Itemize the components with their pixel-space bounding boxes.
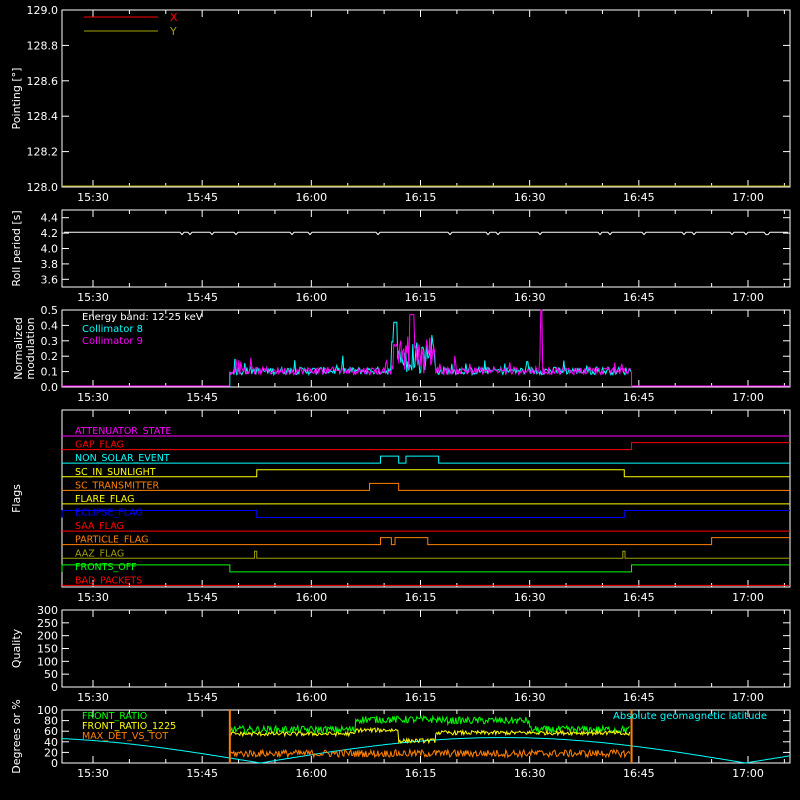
y-tick-label: 150 (37, 643, 58, 656)
y-tick-label: 0.1 (41, 366, 59, 379)
x-tick-label: 16:15 (405, 591, 437, 604)
x-tick-label: 15:45 (186, 191, 218, 204)
x-tick-label: 17:00 (732, 291, 764, 304)
x-tick-label: 16:00 (295, 691, 327, 704)
y-tick-label: 3.8 (41, 258, 59, 271)
y-tick-label: 300 (37, 604, 58, 617)
modulation-legend-2: Collimator 9 (82, 336, 143, 347)
y-tick-label: 0.3 (41, 335, 59, 348)
y-tick-label: 128.6 (27, 75, 59, 88)
x-tick-label: 16:45 (623, 591, 655, 604)
flag-label-sc_transmitter: SC_TRANSMITTER (75, 480, 160, 491)
y-tick-label: 100 (37, 704, 58, 717)
y-tick-label: 0.0 (41, 381, 59, 394)
x-tick-label: 16:15 (405, 391, 437, 404)
x-tick-label: 17:00 (732, 691, 764, 704)
x-tick-label: 16:15 (405, 191, 437, 204)
y-tick-label: 128.4 (27, 110, 59, 123)
x-tick-label: 16:45 (623, 291, 655, 304)
legend-label-x: X (170, 11, 178, 24)
x-tick-label: 16:30 (514, 767, 546, 780)
x-tick-label: 16:00 (295, 591, 327, 604)
x-tick-label: 15:30 (77, 691, 109, 704)
y-tick-label: 129.0 (27, 4, 59, 17)
x-tick-label: 16:30 (514, 691, 546, 704)
x-tick-label: 15:45 (186, 291, 218, 304)
x-tick-label: 17:00 (732, 191, 764, 204)
flag-label-flare_flag: FLARE_FLAG (75, 494, 135, 505)
ratios-legend-2: MAX_DET_VS_TOT (82, 731, 168, 742)
y-tick-label: 50 (44, 668, 58, 681)
x-tick-label: 16:15 (405, 691, 437, 704)
flag-label-particle_flag: PARTICLE_FLAG (75, 535, 148, 546)
flag-label-fronts_off: FRONTS_OFF (75, 562, 137, 573)
flag-label-saa_flag: SAA_FLAG (75, 521, 124, 532)
x-tick-label: 17:00 (732, 391, 764, 404)
roll-ylabel: Roll period [s] (10, 210, 23, 286)
y-tick-label: 128.8 (27, 39, 59, 52)
legend-label-y: Y (169, 25, 177, 38)
y-tick-label: 128.0 (27, 181, 59, 194)
x-tick-label: 15:30 (77, 767, 109, 780)
x-tick-label: 16:00 (295, 191, 327, 204)
ratios-ylabel: Degrees or % (10, 699, 23, 773)
x-tick-label: 16:45 (623, 191, 655, 204)
y-tick-label: 0 (51, 681, 58, 694)
x-tick-label: 16:30 (514, 291, 546, 304)
modulation-ylabel: modulation (24, 317, 37, 379)
x-tick-label: 16:30 (514, 391, 546, 404)
quality-ylabel: Quality (10, 628, 23, 668)
y-tick-label: 0.2 (41, 350, 59, 363)
x-tick-label: 16:45 (623, 391, 655, 404)
y-tick-label: 200 (37, 630, 58, 643)
x-tick-label: 16:00 (295, 767, 327, 780)
x-tick-label: 16:15 (405, 291, 437, 304)
x-tick-label: 15:45 (186, 767, 218, 780)
y-tick-label: 100 (37, 655, 58, 668)
y-tick-label: 4.0 (41, 243, 59, 256)
x-tick-label: 15:30 (77, 191, 109, 204)
y-tick-label: 0.5 (41, 304, 59, 317)
x-tick-label: 16:00 (295, 291, 327, 304)
flag-label-non_solar_event: NON_SOLAR_EVENT (75, 453, 170, 464)
x-tick-label: 16:00 (295, 391, 327, 404)
x-tick-label: 16:30 (514, 191, 546, 204)
ratios-legend-geomag: Absolute geomagnetic latitude (613, 711, 767, 722)
y-tick-label: 4.4 (41, 212, 59, 225)
y-tick-label: 250 (37, 617, 58, 630)
y-tick-label: 0.4 (41, 319, 59, 332)
flags-ylabel: Flags (10, 484, 23, 513)
x-tick-label: 15:30 (77, 591, 109, 604)
x-tick-label: 17:00 (732, 591, 764, 604)
flag-label-bad_packets: BAD_PACKETS (75, 575, 142, 586)
x-tick-label: 15:30 (77, 391, 109, 404)
flag-label-attenuator_state: ATTENUATOR_STATE (75, 426, 171, 437)
y-tick-label: 128.2 (27, 146, 59, 159)
multi-panel-chart: 15:30 15:45 16:00 16:15 16:30 16:45 17:00 128.0… (0, 0, 800, 800)
flag-label-gap_flag: GAP_FLAG (75, 440, 124, 451)
x-tick-label: 16:15 (405, 767, 437, 780)
y-tick-label: 4.2 (41, 227, 59, 240)
x-tick-label: 17:00 (732, 767, 764, 780)
flag-label-aaz_flag: AAZ_FLAG (75, 548, 124, 559)
modulation-legend-1: Collimator 8 (82, 324, 143, 335)
y-tick-label: 3.6 (41, 273, 59, 286)
x-tick-label: 15:45 (186, 591, 218, 604)
x-tick-label: 16:45 (623, 767, 655, 780)
modulation-legend-0: Energy band: 12-25 keV (82, 312, 203, 323)
pointing-ylabel: Pointing [°] (10, 68, 23, 130)
flag-label-eclipse_flag: ECLIPSE_FLAG (75, 508, 143, 519)
x-tick-label: 16:30 (514, 591, 546, 604)
x-tick-label: 16:45 (623, 691, 655, 704)
flag-label-sc_in_sunlight: SC_IN_SUNLIGHT (75, 467, 156, 478)
x-tick-label: 15:45 (186, 691, 218, 704)
x-tick-label: 15:45 (186, 391, 218, 404)
x-tick-label: 15:30 (77, 291, 109, 304)
